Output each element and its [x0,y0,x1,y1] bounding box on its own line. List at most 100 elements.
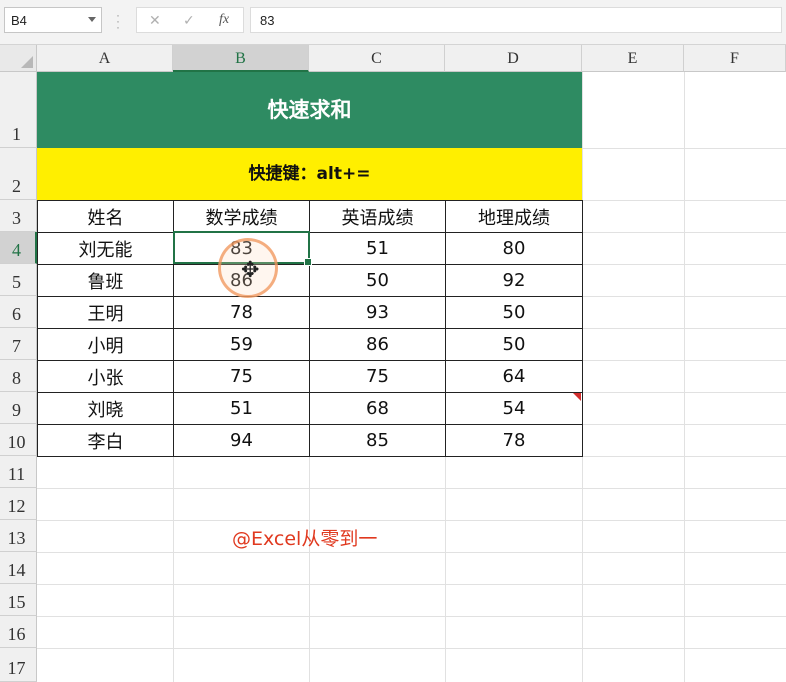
row-header-13[interactable]: 13 [0,520,37,552]
select-all-icon [21,56,33,68]
row-number: 1 [12,124,21,144]
table-cell[interactable]: 鲁班 [37,264,174,297]
row-number: 16 [7,624,26,644]
table-cell[interactable]: 李白 [37,424,174,457]
row-header-4[interactable]: 4 [0,232,37,264]
table-cell[interactable]: 94 [173,424,310,457]
row-number: 7 [12,336,21,356]
table-cell[interactable]: 50 [309,264,446,297]
row-header-7[interactable]: 7 [0,328,37,360]
column-header-f[interactable]: F [684,45,786,72]
row-header-9[interactable]: 9 [0,392,37,424]
score-table: 姓名 数学成绩 英语成绩 地理成绩 刘无能 83 51 80 鲁班 86 50 … [37,200,583,457]
table-cell[interactable]: 51 [173,392,310,425]
column-header-c[interactable]: C [309,45,445,72]
row-header-3[interactable]: 3 [0,200,37,232]
row-number: 14 [7,560,26,580]
gridline [37,488,786,489]
table-row: 王明 78 93 50 [37,296,583,329]
row-header-10[interactable]: 10 [0,424,37,456]
table-cell[interactable]: 93 [309,296,446,329]
row-header-15[interactable]: 15 [0,584,37,616]
gridline [37,520,786,521]
table-cell[interactable]: 50 [445,328,583,361]
table-cell[interactable]: 78 [173,296,310,329]
watermark: @Excel从零到一 [232,528,378,550]
table-cell[interactable]: 刘无能 [37,232,174,265]
table-cell[interactable]: 64 [445,360,583,393]
table-cell[interactable]: 刘晓 [37,392,174,425]
table-cell[interactable]: 小明 [37,328,174,361]
table-cell[interactable]: 68 [309,392,446,425]
column-header-a[interactable]: A [37,45,173,72]
name-box-value: B4 [11,13,27,28]
header-cell-geography[interactable]: 地理成绩 [445,200,583,233]
table-row: 刘无能 83 51 80 [37,232,583,265]
select-all-button[interactable] [0,45,37,72]
table-cell[interactable]: 50 [445,296,583,329]
row-header-17[interactable]: 17 [0,648,37,682]
gridline [37,584,786,585]
table-row: 小张 75 75 64 [37,360,583,393]
row-header-2[interactable]: 2 [0,148,37,200]
gridline [37,616,786,617]
table-header-row: 姓名 数学成绩 英语成绩 地理成绩 [37,200,583,233]
column-header-d[interactable]: D [445,45,582,72]
row-header-1[interactable]: 1 [0,72,37,148]
table-cell[interactable]: 75 [309,360,446,393]
row-header-11[interactable]: 11 [0,456,37,488]
row-number: 10 [7,432,26,452]
formula-value: 83 [260,13,275,28]
column-header-e[interactable]: E [582,45,684,72]
row-header-5[interactable]: 5 [0,264,37,296]
table-row: 李白 94 85 78 [37,424,583,457]
row-number: 13 [7,528,26,548]
row-number: 4 [12,240,21,260]
header-cell-english[interactable]: 英语成绩 [309,200,446,233]
gridline [37,552,786,553]
name-box[interactable]: B4 [4,7,102,33]
formula-buttons: ✕ ✓ fx [136,7,244,33]
drag-handle-icon[interactable]: · · · [116,9,120,33]
row-number: 15 [7,592,26,612]
row-header-12[interactable]: 12 [0,488,37,520]
table-cell[interactable]: 51 [309,232,446,265]
gridline [684,72,685,682]
sheet-subtitle-cell[interactable]: 快捷键：alt+= [37,148,582,200]
table-cell[interactable]: 92 [445,264,583,297]
comment-indicator-icon[interactable] [573,393,581,401]
table-row: 鲁班 86 50 92 [37,264,583,297]
table-cell[interactable]: 75 [173,360,310,393]
column-header-b[interactable]: B [173,45,309,72]
row-number: 6 [12,304,21,324]
table-cell[interactable]: 85 [309,424,446,457]
sheet-title-cell[interactable]: 快速求和 [37,72,582,148]
cursor-icon: ✥ [241,257,260,282]
gridline [37,648,786,649]
header-cell-name[interactable]: 姓名 [37,200,174,233]
row-number: 3 [12,208,21,228]
row-number: 9 [12,400,21,420]
row-number: 5 [12,272,21,292]
table-cell[interactable]: 86 [309,328,446,361]
chevron-down-icon[interactable] [88,17,96,22]
formula-input[interactable]: 83 [250,7,782,33]
table-cell[interactable]: 小张 [37,360,174,393]
table-cell[interactable]: 78 [445,424,583,457]
row-number: 2 [12,176,21,196]
row-number: 12 [7,496,26,516]
row-header-16[interactable]: 16 [0,616,37,648]
row-header-8[interactable]: 8 [0,360,37,392]
enter-icon[interactable]: ✓ [183,12,195,29]
row-number: 17 [7,658,26,678]
row-number: 8 [12,368,21,388]
cancel-icon[interactable]: ✕ [149,12,161,29]
table-cell[interactable]: 80 [445,232,583,265]
table-cell[interactable]: 59 [173,328,310,361]
row-header-6[interactable]: 6 [0,296,37,328]
insert-function-icon[interactable]: fx [219,12,229,28]
table-cell[interactable]: 王明 [37,296,174,329]
table-cell[interactable]: 54 [445,392,583,425]
row-header-14[interactable]: 14 [0,552,37,584]
header-cell-math[interactable]: 数学成绩 [173,200,310,233]
